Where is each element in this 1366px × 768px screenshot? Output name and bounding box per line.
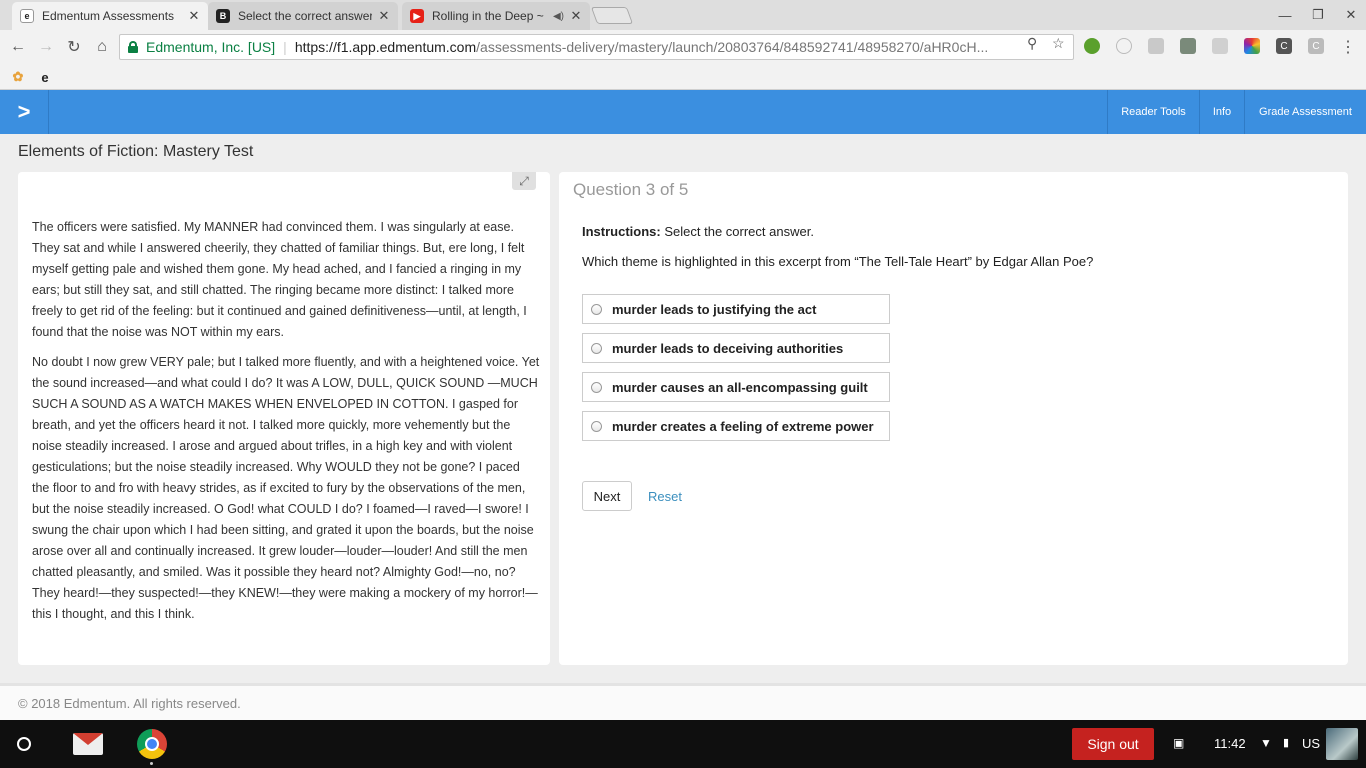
close-window-icon[interactable]: ✕ <box>1336 4 1366 26</box>
passage-paragraph: The officers were satisfied. My MANNER h… <box>32 220 527 339</box>
launcher-icon[interactable] <box>17 737 31 751</box>
answer-option[interactable]: murder creates a feeling of extreme powe… <box>582 411 890 441</box>
page-title: Elements of Fiction: Mastery Test <box>18 143 254 160</box>
browser-tabstrip: e Edmentum Assessments ✕ B Select the co… <box>0 0 1366 30</box>
grade-assessment-button[interactable]: Grade Assessment <box>1244 90 1366 134</box>
radio-button[interactable] <box>591 303 602 315</box>
app-header: > Reader Tools Info Grade Assessment <box>0 90 1366 134</box>
url-host: https://f1.app.edmentum.com <box>294 39 477 55</box>
os-shelf: Sign out ▣ 11:42 ▼ ▮ US <box>0 720 1366 768</box>
radio-button[interactable] <box>591 381 602 393</box>
battery-icon[interactable]: ▮ <box>1283 736 1289 749</box>
reload-icon[interactable]: ↻ <box>63 36 85 58</box>
sidebar-toggle-chevron-icon[interactable]: > <box>0 90 49 134</box>
keyboard-layout[interactable]: US <box>1302 736 1320 751</box>
bookmark-star-icon[interactable]: ☆ <box>1052 35 1065 52</box>
forward-arrow-icon[interactable]: → <box>35 36 57 58</box>
c-extension-light-icon[interactable]: C <box>1308 38 1324 54</box>
photos-bookmark-icon[interactable]: ✿ <box>10 69 26 85</box>
page-footer: © 2018 Edmentum. All rights reserved. <box>0 683 1366 720</box>
answer-option-label[interactable]: murder causes an all-encompassing guilt <box>612 380 868 395</box>
answer-option-label[interactable]: murder creates a feeling of extreme powe… <box>612 419 874 434</box>
copy-extension-icon[interactable] <box>1212 38 1228 54</box>
next-button[interactable]: Next <box>582 481 632 511</box>
back-arrow-icon[interactable]: ← <box>7 36 29 58</box>
instructions: Instructions: Select the correct answer. <box>582 224 814 239</box>
screenshot-icon[interactable]: ▣ <box>1173 736 1184 750</box>
copyright-text: © 2018 Edmentum. All rights reserved. <box>18 696 241 711</box>
close-tab-icon[interactable]: ✕ <box>378 8 390 24</box>
expand-icon[interactable]: ⤢ <box>512 172 536 190</box>
c-extension-dark-icon[interactable]: C <box>1276 38 1292 54</box>
info-extension-icon[interactable] <box>1116 38 1132 54</box>
radio-button[interactable] <box>591 420 602 432</box>
edmentum-bookmark-icon[interactable]: e <box>37 69 53 85</box>
question-counter: Question 3 of 5 <box>573 180 689 199</box>
answer-option[interactable]: murder causes an all-encompassing guilt <box>582 372 890 402</box>
reset-link[interactable]: Reset <box>648 489 682 504</box>
answer-option[interactable]: murder leads to deceiving authorities <box>582 333 890 363</box>
close-tab-icon[interactable]: ✕ <box>188 8 200 24</box>
question-panel: Question 3 of 5 Instructions: Select the… <box>559 172 1348 665</box>
question-prompt: Which theme is highlighted in this excer… <box>582 254 1094 269</box>
restore-icon[interactable]: ❐ <box>1303 4 1333 26</box>
chrome-icon[interactable] <box>137 729 167 759</box>
brainly-favicon-icon: B <box>216 9 230 23</box>
passage-panel: ⤢ The officers were satisfied. My MANNER… <box>18 172 550 665</box>
reader-tools-button[interactable]: Reader Tools <box>1107 90 1199 134</box>
instructions-text: Select the correct answer. <box>664 224 814 239</box>
gmail-icon[interactable] <box>73 733 103 755</box>
chrome-menu-icon[interactable]: ⋮ <box>1340 37 1356 57</box>
passage-text: The officers were satisfied. My MANNER h… <box>32 217 540 634</box>
tab-title: Rolling in the Deep ~ <box>432 9 544 23</box>
minimize-icon[interactable]: — <box>1270 4 1300 26</box>
wifi-icon[interactable]: ▼ <box>1260 736 1272 750</box>
search-icon[interactable]: ⚲ <box>1027 35 1037 52</box>
animal-extension-icon[interactable] <box>1180 38 1196 54</box>
color-extension-icon[interactable] <box>1244 38 1260 54</box>
lock-icon[interactable] <box>128 41 138 53</box>
clock[interactable]: 11:42 <box>1214 736 1246 751</box>
passage-paragraph: No doubt I now grew VERY pale; but I tal… <box>32 355 540 621</box>
info-button[interactable]: Info <box>1199 90 1244 134</box>
tab-rolling-in-the-deep[interactable]: ▶ Rolling in the Deep ~ ◀) ✕ <box>402 2 590 30</box>
avatar[interactable] <box>1326 728 1358 760</box>
edmentum-favicon-icon: e <box>20 9 34 23</box>
answer-option-label[interactable]: murder leads to justifying the act <box>612 302 816 317</box>
power-extension-icon[interactable] <box>1084 38 1100 54</box>
tab-title: Select the correct answer <box>238 9 372 23</box>
bookmarks-bar: ✿ e <box>0 64 1366 90</box>
radio-button[interactable] <box>591 342 602 354</box>
address-bar[interactable]: Edmentum, Inc. [US] | https://f1.app.edm… <box>119 34 1074 60</box>
new-tab-button[interactable] <box>590 7 634 24</box>
browser-toolbar: ← → ↻ ⌂ Edmentum, Inc. [US] | https://f1… <box>0 30 1366 64</box>
tab-title: Edmentum Assessments <box>42 9 175 23</box>
home-icon[interactable]: ⌂ <box>91 36 113 58</box>
running-indicator <box>150 762 153 765</box>
divider: | <box>283 39 287 55</box>
site-identity[interactable]: Edmentum, Inc. [US] <box>146 39 275 55</box>
sign-out-button[interactable]: Sign out <box>1072 728 1154 760</box>
tab-edmentum-assessments[interactable]: e Edmentum Assessments ✕ <box>12 2 208 30</box>
instructions-label: Instructions: <box>582 224 661 239</box>
audio-playing-icon[interactable]: ◀) <box>553 11 564 22</box>
answer-option-label[interactable]: murder leads to deceiving authorities <box>612 341 843 356</box>
tab-select-correct-answer[interactable]: B Select the correct answer ✕ <box>208 2 398 30</box>
close-tab-icon[interactable]: ✕ <box>570 8 582 24</box>
youtube-favicon-icon: ▶ <box>410 9 424 23</box>
url-path: /assessments-delivery/mastery/launch/208… <box>476 39 989 55</box>
bird-extension-icon[interactable] <box>1148 38 1164 54</box>
answer-option[interactable]: murder leads to justifying the act <box>582 294 890 324</box>
